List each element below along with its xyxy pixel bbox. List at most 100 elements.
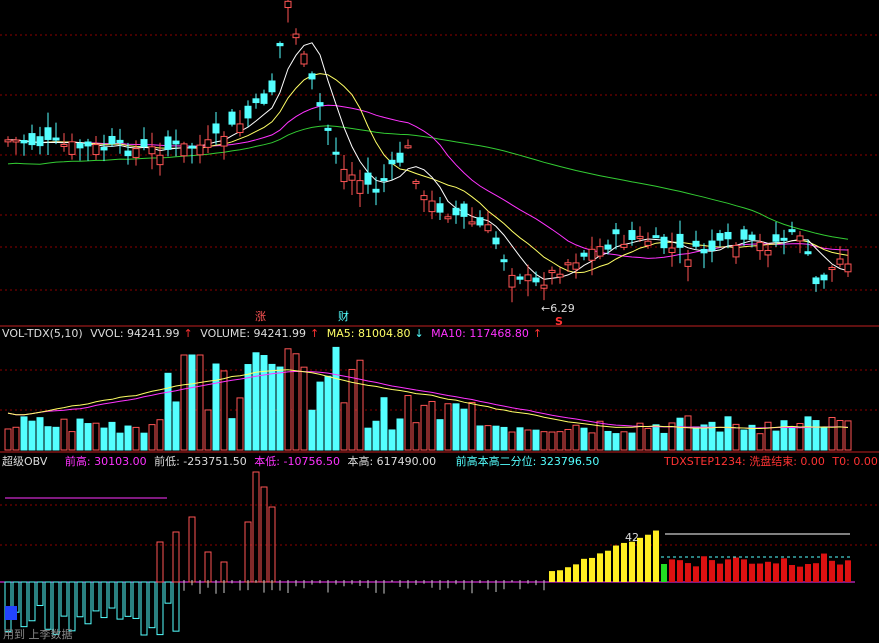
volume-bar (428, 400, 436, 451)
candle-body (284, 0, 292, 9)
candle-body (108, 135, 116, 145)
volume-bar (764, 421, 772, 451)
obv-positive-bar (260, 486, 268, 583)
candle-body (308, 73, 316, 80)
volume-bar (196, 354, 204, 451)
candle-body (468, 221, 476, 225)
candle-body (4, 139, 12, 143)
candle-body (340, 168, 348, 183)
volume-bar (700, 424, 708, 451)
obv-bengao: 本高: 617490.00 (347, 455, 437, 468)
obv-positive-bar (204, 551, 212, 583)
obv-yellow-bar (557, 570, 563, 582)
obv-negative-bar (28, 581, 36, 622)
candle-body (436, 203, 444, 213)
stock-chart[interactable] (0, 0, 879, 643)
volume-bar (444, 403, 452, 451)
obv-red-bar (741, 559, 747, 582)
candle-body (620, 243, 628, 248)
volume-bar (676, 417, 684, 451)
volume-bar (84, 423, 92, 451)
volume-bar (116, 432, 124, 451)
volume-bar (100, 427, 108, 451)
volume-bar (172, 401, 180, 451)
candle-body (300, 53, 308, 65)
volume-bar (724, 416, 732, 451)
obv-blue-marker (5, 606, 17, 620)
obv-yellow-bar (549, 571, 555, 582)
volume-bar (36, 417, 44, 451)
obv-yellow-bar (597, 553, 603, 582)
volume-bar (492, 425, 500, 451)
obv-negative-bar (76, 581, 84, 618)
volume-bar (164, 372, 172, 451)
candle-body (732, 244, 740, 258)
candle-body (540, 284, 548, 289)
obv-green-bar (661, 564, 667, 582)
obv-peak-label: 42 (625, 531, 639, 544)
volume-bar (356, 359, 364, 451)
obv-red-bar (725, 559, 731, 582)
volume-bar (788, 427, 796, 451)
obv-yellow-bar (621, 542, 627, 582)
obv-yellow-bar (637, 537, 643, 582)
obv-qiandi: 前低: -253751.50 (154, 455, 247, 468)
obv-yellow-bar (605, 550, 611, 582)
obv-red-bar (677, 560, 683, 582)
low-price-value: 6.29 (550, 302, 575, 315)
obv-red-bar (709, 560, 715, 582)
volume-bar (636, 422, 644, 451)
volume-bar (292, 353, 300, 451)
candle-body (812, 277, 820, 285)
ma60-line (7, 125, 849, 240)
candle-body (796, 235, 804, 242)
candle-body (156, 154, 164, 166)
obv-negative-bar (100, 581, 108, 619)
volume-bar (324, 375, 332, 451)
candle-body (268, 80, 276, 93)
obv-red-bar (749, 563, 755, 582)
candle-body (388, 159, 396, 165)
candle-body (548, 269, 556, 274)
volume-bar (380, 397, 388, 451)
candle-body (492, 237, 500, 245)
volume-bar (404, 395, 412, 451)
obv-yellow-bar (565, 567, 571, 582)
candle-body (724, 231, 732, 240)
volume-bar (660, 432, 668, 451)
obv-red-bar (765, 561, 771, 582)
volume-bar (148, 424, 156, 451)
zhang-marker: 涨 (255, 310, 266, 323)
volume-bar (220, 370, 228, 451)
vvol-value: VVOL: 94241.99 (90, 327, 180, 340)
obv-positive-bar (252, 471, 260, 583)
obv-red-bar (669, 559, 675, 582)
candle-body (364, 172, 372, 185)
candle-body (772, 234, 780, 242)
volume-bar (476, 425, 484, 451)
xipan-value: 洗盘结束: 0.00 (749, 455, 825, 468)
volume-bar (52, 426, 60, 451)
volume-bar (124, 425, 132, 451)
t0-value: T0: 0.00 (832, 455, 878, 468)
candle-body (836, 258, 844, 265)
candle-body (748, 234, 756, 241)
candle-body (212, 123, 220, 134)
volume-bar (756, 433, 764, 451)
candle-body (684, 259, 692, 267)
candle-body (556, 273, 564, 278)
volume-bar (564, 428, 572, 451)
volume-bar (524, 429, 532, 451)
candle-body (476, 217, 484, 226)
volume-bar (340, 402, 348, 451)
vol-ma10-value: MA10: 117468.80 (431, 327, 529, 340)
volume-bar (332, 346, 340, 451)
volume-bar (812, 420, 820, 451)
volume-bar (300, 366, 308, 451)
tdxstep-label: TDXSTEP1234: (664, 455, 750, 468)
cai-marker: 财 (338, 310, 349, 323)
volume-bar (396, 418, 404, 451)
obv-red-bar (757, 563, 763, 582)
candle-body (260, 93, 268, 104)
candle-body (124, 150, 132, 157)
